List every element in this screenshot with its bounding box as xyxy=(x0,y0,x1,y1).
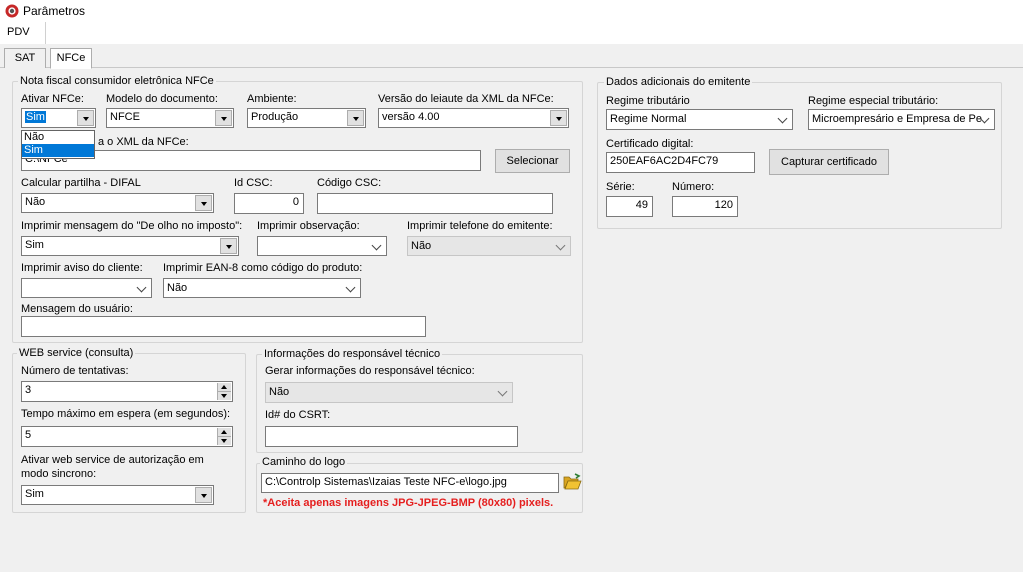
tab-nfce[interactable]: NFCe xyxy=(50,48,92,69)
responsavel-group-title: Informações do responsável técnico xyxy=(262,348,443,360)
codigo-csc-label: Código CSC: xyxy=(317,177,382,189)
chevron-down-icon[interactable] xyxy=(550,110,567,126)
difal-label: Calcular partilha - DIFAL xyxy=(21,177,141,189)
logo-path-input[interactable]: C:\Controlp Sistemas\Izaias Teste NFC-e\… xyxy=(261,473,559,493)
capturar-certificado-button[interactable]: Capturar certificado xyxy=(769,149,889,175)
ean8-combo[interactable]: Não xyxy=(163,278,361,298)
chevron-down-icon xyxy=(345,282,356,293)
modelo-combo[interactable]: NFCE xyxy=(106,108,234,128)
chevron-down-icon xyxy=(371,240,382,251)
app-logo-icon xyxy=(5,4,19,18)
spin-down-icon[interactable] xyxy=(218,437,231,446)
tempo-spinner[interactable] xyxy=(217,428,231,445)
regime-combo[interactable]: Regime Normal xyxy=(606,109,793,130)
tentativas-spinner[interactable] xyxy=(217,383,231,400)
selecionar-button[interactable]: Selecionar xyxy=(495,149,570,173)
tab-sat[interactable]: SAT xyxy=(4,48,46,68)
chevron-down-icon xyxy=(777,113,788,124)
mensagem-usuario-input[interactable] xyxy=(21,316,426,337)
spin-down-icon[interactable] xyxy=(218,392,231,401)
chevron-down-icon[interactable] xyxy=(347,110,364,126)
logo-warning-text: *Aceita apenas imagens JPG-JPEG-BMP (80x… xyxy=(263,497,554,509)
pasta-xml-label: a o XML da NFCe: xyxy=(98,136,189,148)
ativar-nfce-dropdown[interactable]: Não Sim xyxy=(21,130,95,159)
numero-label: Número: xyxy=(672,181,715,193)
certificado-label: Certificado digital: xyxy=(606,138,694,150)
spin-up-icon[interactable] xyxy=(218,428,231,437)
logo-group-title: Caminho do logo xyxy=(260,456,348,468)
csrt-input[interactable] xyxy=(265,426,518,447)
ambiente-combo[interactable]: Produção xyxy=(247,108,366,128)
de-olho-combo[interactable]: Sim xyxy=(21,236,239,256)
sincrono-combo[interactable]: Sim xyxy=(21,485,214,505)
certificado-input[interactable]: 250EAF6AC2D4FC79 xyxy=(606,152,755,173)
ambiente-label: Ambiente: xyxy=(247,93,297,105)
ean8-label: Imprimir EAN-8 como código do produto: xyxy=(163,262,363,274)
id-csc-input[interactable]: 0 xyxy=(234,193,304,214)
tempo-input[interactable]: 5 xyxy=(21,426,233,447)
nfce-group-title: Nota fiscal consumidor eletrônica NFCe xyxy=(18,75,216,87)
webservice-group-title: WEB service (consulta) xyxy=(17,347,136,359)
subtab-baseline xyxy=(0,67,1023,68)
chevron-down-icon xyxy=(555,240,566,251)
emitente-group-title: Dados adicionais do emitente xyxy=(604,76,753,88)
tentativas-input[interactable]: 3 xyxy=(21,381,233,402)
numero-input[interactable]: 120 xyxy=(672,196,738,217)
chevron-down-icon[interactable] xyxy=(220,238,237,254)
codigo-csc-input[interactable] xyxy=(317,193,553,214)
chevron-down-icon xyxy=(136,282,147,293)
csrt-label: Id# do CSRT: xyxy=(265,409,331,421)
gerar-combo[interactable]: Não xyxy=(265,382,513,403)
id-csc-label: Id CSC: xyxy=(234,177,273,189)
telefone-label: Imprimir telefone do emitente: xyxy=(407,220,553,232)
observacao-combo[interactable] xyxy=(257,236,387,256)
regime-especial-label: Regime especial tributário: xyxy=(808,95,939,107)
versao-combo[interactable]: versão 4.00 xyxy=(378,108,569,128)
observacao-label: Imprimir observação: xyxy=(257,220,360,232)
main-tab-strip xyxy=(0,22,1023,44)
title-bar xyxy=(0,0,1023,22)
modelo-label: Modelo do documento: xyxy=(106,93,218,105)
regime-label: Regime tributário xyxy=(606,95,690,107)
aviso-cliente-label: Imprimir aviso do cliente: xyxy=(21,262,143,274)
telefone-combo[interactable]: Não xyxy=(407,236,571,256)
tentativas-label: Número de tentativas: xyxy=(21,365,129,377)
tempo-label: Tempo máximo em espera (em segundos): xyxy=(21,408,231,420)
tab-pdv[interactable]: PDV xyxy=(0,22,46,44)
de-olho-label: Imprimir mensagem do "De olho no imposto… xyxy=(21,220,243,232)
sincrono-label-line1: Ativar web service de autorização em xyxy=(21,454,204,466)
mensagem-usuario-label: Mensagem do usuário: xyxy=(21,303,133,315)
dropdown-option-nao[interactable]: Não xyxy=(22,131,94,144)
ativar-nfce-combo[interactable]: Sim xyxy=(21,108,96,128)
spin-up-icon[interactable] xyxy=(218,383,231,392)
serie-label: Série: xyxy=(606,181,635,193)
chevron-down-icon[interactable] xyxy=(195,195,212,211)
difal-combo[interactable]: Não xyxy=(21,193,214,213)
ativar-nfce-label: Ativar NFCe: xyxy=(21,93,84,105)
window-title: Parâmetros xyxy=(23,4,86,18)
folder-open-icon[interactable] xyxy=(562,472,582,492)
regime-especial-combo[interactable]: Microempresário e Empresa de Pe xyxy=(808,109,995,130)
dropdown-option-sim[interactable]: Sim xyxy=(22,144,94,157)
chevron-down-icon xyxy=(497,386,508,397)
versao-label: Versão do leiaute da XML da NFCe: xyxy=(378,93,554,105)
aviso-cliente-combo[interactable] xyxy=(21,278,152,298)
chevron-down-icon[interactable] xyxy=(195,487,212,503)
sincrono-label-line2: modo sincrono: xyxy=(21,468,97,480)
gerar-label: Gerar informações do responsável técnico… xyxy=(265,365,475,377)
chevron-down-icon[interactable] xyxy=(77,110,94,126)
serie-input[interactable]: 49 xyxy=(606,196,653,217)
chevron-down-icon[interactable] xyxy=(215,110,232,126)
